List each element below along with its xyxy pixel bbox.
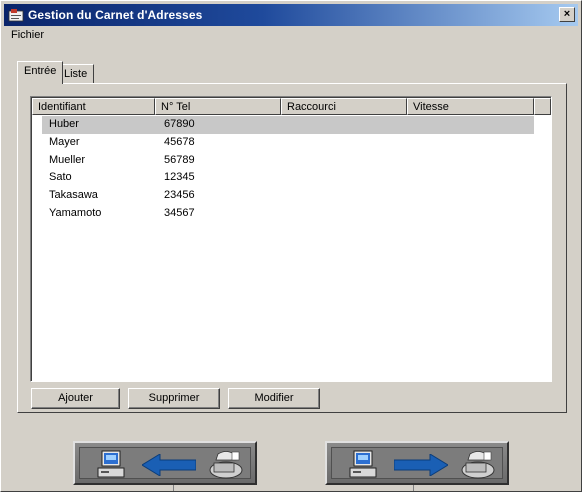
list-rows: Huber 67890 Mayer 45678 Mueller 56789 Sa… [32, 116, 550, 223]
send-button-face [331, 447, 503, 479]
table-row[interactable]: Yamamoto 34567 [32, 205, 550, 223]
fax-icon [461, 451, 495, 479]
cell-identifiant: Mueller [49, 153, 86, 166]
table-row[interactable]: Takasawa 23456 [32, 187, 550, 205]
cell-identifiant: Yamamoto [49, 206, 102, 219]
cell-tel: 56789 [164, 153, 195, 166]
computer-icon [349, 450, 377, 478]
table-row[interactable]: Huber 67890 [32, 116, 550, 134]
title-bar: Gestion du Carnet d'Adresses × [4, 4, 578, 26]
menu-bar: Fichier [7, 29, 48, 45]
pointer-tick-right [413, 485, 414, 491]
cell-tel: 45678 [164, 135, 195, 148]
cell-identifiant: Takasawa [49, 189, 98, 202]
table-row[interactable]: Sato 12345 [32, 169, 550, 187]
cell-tel: 12345 [164, 171, 195, 184]
window-title: Gestion du Carnet d'Adresses [28, 8, 203, 22]
column-header-vitesse[interactable]: Vitesse [407, 98, 534, 115]
modify-button[interactable]: Modifier [228, 388, 320, 409]
send-to-fax-button[interactable] [325, 441, 509, 485]
address-list[interactable]: Identifiant N° Tel Raccourci Vitesse Hub… [30, 96, 552, 382]
cell-tel: 23456 [164, 189, 195, 202]
computer-icon [97, 450, 125, 478]
address-book-window: Gestion du Carnet d'Adresses × Fichier E… [0, 0, 582, 492]
close-button[interactable]: × [559, 7, 575, 22]
menu-fichier[interactable]: Fichier [7, 28, 48, 42]
tab-panel-entree: Identifiant N° Tel Raccourci Vitesse Hub… [17, 83, 567, 413]
table-row[interactable]: Mueller 56789 [32, 152, 550, 170]
cell-identifiant: Sato [49, 171, 72, 184]
column-header-raccourci[interactable]: Raccourci [281, 98, 407, 115]
add-button[interactable]: Ajouter [31, 388, 120, 409]
fax-icon [209, 451, 243, 479]
tab-entree[interactable]: Entrée [17, 61, 64, 84]
cell-tel: 67890 [164, 118, 195, 130]
cell-tel: 34567 [164, 206, 195, 219]
table-row[interactable]: Mayer 45678 [32, 134, 550, 152]
cell-identifiant: Mayer [49, 135, 80, 148]
receive-button-face [79, 447, 251, 479]
arrow-right-icon [394, 454, 448, 476]
column-header-tel[interactable]: N° Tel [155, 98, 281, 115]
cell-identifiant: Huber [49, 118, 79, 130]
delete-button[interactable]: Supprimer [128, 388, 220, 409]
list-header: Identifiant N° Tel Raccourci Vitesse [32, 98, 551, 115]
column-header-filler [534, 98, 551, 115]
arrow-left-icon [142, 454, 196, 476]
column-header-identifiant[interactable]: Identifiant [32, 98, 155, 115]
receive-from-fax-button[interactable] [73, 441, 257, 485]
address-book-icon [8, 9, 24, 22]
pointer-tick-left [173, 485, 174, 491]
